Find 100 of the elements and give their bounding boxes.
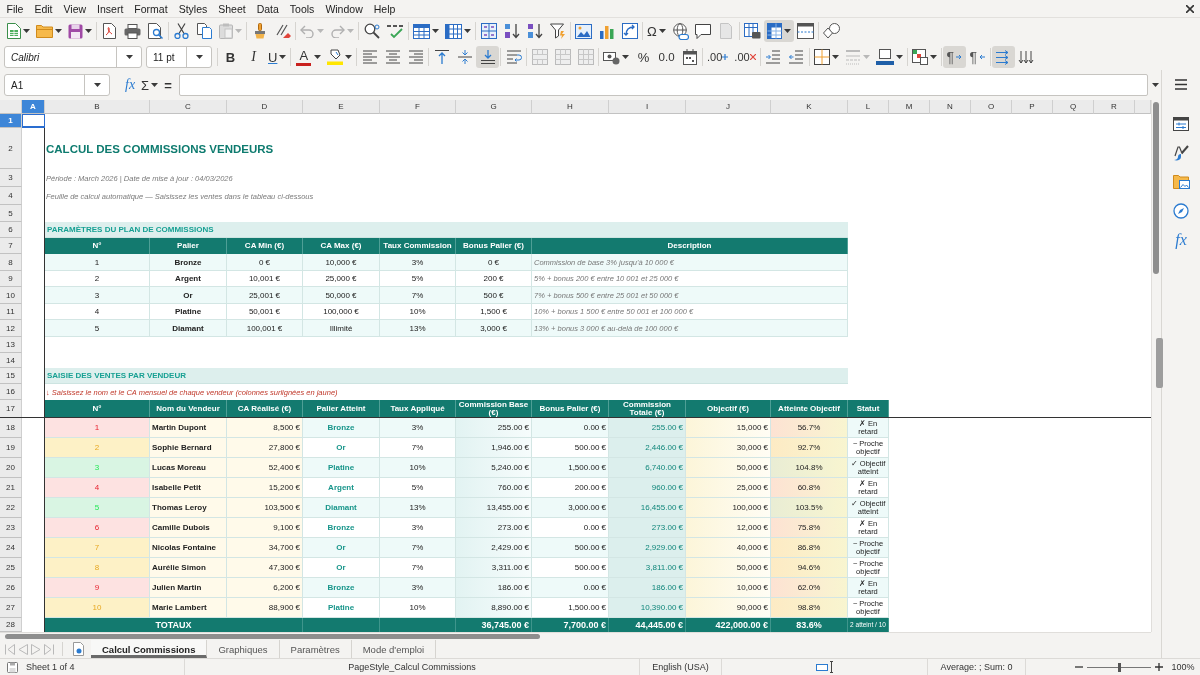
scissors-icon[interactable] (174, 23, 189, 39)
column-header[interactable]: I (609, 100, 686, 114)
vertical-scrollbar[interactable] (1151, 100, 1161, 632)
speech-bubble-icon[interactable] (695, 23, 712, 39)
row-header[interactable]: 3 (0, 169, 22, 187)
dropdown-caret-icon[interactable] (314, 55, 322, 59)
add-decimal-button[interactable]: .00 (704, 46, 732, 68)
language-text[interactable]: English (USA) (652, 662, 709, 672)
column-header[interactable]: A (22, 100, 45, 114)
menu-item[interactable]: Tools (284, 2, 320, 15)
new-page-icon[interactable] (73, 642, 85, 656)
folder-image-icon[interactable] (1172, 174, 1190, 189)
delete-decimal-button[interactable]: .00 (731, 46, 759, 68)
underline-button[interactable]: U (268, 49, 278, 65)
paintbrush-icon[interactable] (253, 23, 266, 39)
row-header[interactable]: 5 (0, 205, 22, 222)
right-arrow-icon[interactable] (955, 54, 962, 60)
menu-item[interactable]: Styles (173, 2, 213, 15)
menu-item[interactable]: Insert (91, 2, 129, 15)
dropdown-caret-icon[interactable] (93, 83, 101, 87)
align-top-icon[interactable] (433, 49, 450, 65)
row-header[interactable]: 13 (0, 337, 22, 353)
freeze-grid-icon[interactable] (766, 23, 782, 39)
column-header[interactable]: G (456, 100, 532, 114)
skip-start-icon[interactable] (5, 643, 15, 655)
function-wizard-button[interactable]: fx (122, 77, 139, 93)
row-header[interactable]: 25 (0, 558, 22, 578)
dropdown-caret-icon[interactable] (432, 29, 439, 33)
dropdown-caret-icon[interactable] (151, 83, 159, 87)
row-header[interactable]: 8 (0, 254, 22, 271)
borders-grid-icon[interactable] (813, 49, 830, 65)
table-grid-icon[interactable] (413, 23, 430, 39)
row-header[interactable]: 19 (0, 438, 22, 458)
dropdown-caret-icon[interactable] (345, 55, 353, 59)
dropdown-caret-icon[interactable] (279, 55, 287, 59)
close-icon[interactable] (1186, 4, 1194, 13)
sliders-window-icon[interactable] (1173, 116, 1189, 131)
dropdown-caret-icon[interactable] (55, 29, 62, 33)
calendar-icon[interactable] (682, 49, 697, 65)
row-header[interactable]: 14 (0, 353, 22, 368)
eraser-icon[interactable] (274, 23, 291, 39)
sheet-tab[interactable]: Graphiques (207, 640, 280, 658)
column-header[interactable]: H (532, 100, 609, 114)
row-header[interactable]: 9 (0, 271, 22, 287)
dropdown-caret-icon[interactable] (85, 29, 92, 33)
dropdown-caret-icon[interactable] (658, 29, 666, 33)
image-icon[interactable] (575, 23, 592, 39)
column-header[interactable]: K (771, 100, 848, 114)
italic-button[interactable]: I (242, 46, 265, 68)
row-header[interactable]: 15 (0, 368, 22, 384)
row-header[interactable]: 24 (0, 538, 22, 558)
check-lines-icon[interactable] (386, 23, 404, 39)
menu-icon[interactable] (1175, 79, 1187, 90)
column-header[interactable]: O (971, 100, 1012, 114)
row-header[interactable]: 1 (0, 114, 22, 128)
banknote-coins-icon[interactable] (603, 49, 621, 65)
paragraph-left-to-right-button[interactable]: ¶ (942, 46, 966, 68)
row-header[interactable]: 16 (0, 384, 22, 400)
left-arrow-icon[interactable] (978, 54, 985, 60)
bold-button[interactable]: B (219, 46, 242, 68)
dropdown-caret-icon[interactable] (1151, 83, 1159, 87)
column-header[interactable]: F (380, 100, 456, 114)
percent-button[interactable]: % (632, 46, 656, 68)
functions-button[interactable]: fx (1175, 230, 1187, 249)
clipboard-icon[interactable] (219, 23, 233, 39)
menu-item[interactable]: Edit (28, 2, 58, 15)
row-header[interactable]: 12 (0, 320, 22, 337)
pdf-document-icon[interactable] (103, 23, 116, 39)
special-character-button[interactable]: Ω (644, 20, 669, 42)
row-header[interactable]: 11 (0, 304, 22, 320)
dropdown-caret-icon[interactable] (125, 55, 133, 59)
menu-item[interactable]: Sheet (212, 2, 252, 15)
border-color-icon[interactable] (875, 49, 894, 65)
x-mark-icon[interactable] (749, 54, 756, 60)
globe-link-icon[interactable] (671, 22, 689, 40)
page-magnifier-icon[interactable] (148, 23, 163, 39)
row-header[interactable]: 23 (0, 518, 22, 538)
dropdown-caret-icon[interactable] (464, 29, 471, 33)
align-middle-icon[interactable] (456, 49, 473, 65)
row-header[interactable]: 17 (0, 400, 22, 418)
column-header[interactable]: P (1012, 100, 1053, 114)
sidebar-collapse-handle[interactable] (1156, 338, 1163, 388)
row-header[interactable]: 2 (0, 128, 22, 169)
zoom-slider-thumb[interactable] (1117, 662, 1121, 672)
menu-item[interactable]: Data (251, 2, 285, 15)
plus-icon[interactable] (1155, 663, 1163, 671)
table-columns-icon[interactable] (445, 23, 462, 39)
row-header[interactable]: 22 (0, 498, 22, 518)
scrollbar-thumb[interactable] (1153, 102, 1159, 274)
copy-pages-icon[interactable] (197, 23, 212, 39)
compass-icon[interactable] (1173, 202, 1189, 219)
paragraph-right-to-left-button[interactable]: ¶ (965, 46, 989, 68)
highlighter-icon[interactable] (327, 49, 344, 65)
menu-item[interactable]: View (58, 2, 92, 15)
column-header[interactable]: M (889, 100, 930, 114)
dropdown-caret-icon[interactable] (783, 29, 791, 33)
column-header[interactable]: B (45, 100, 150, 114)
column-header[interactable]: J (686, 100, 771, 114)
paintbrush-icon[interactable] (1173, 144, 1189, 161)
menu-item[interactable]: Window (319, 2, 369, 15)
